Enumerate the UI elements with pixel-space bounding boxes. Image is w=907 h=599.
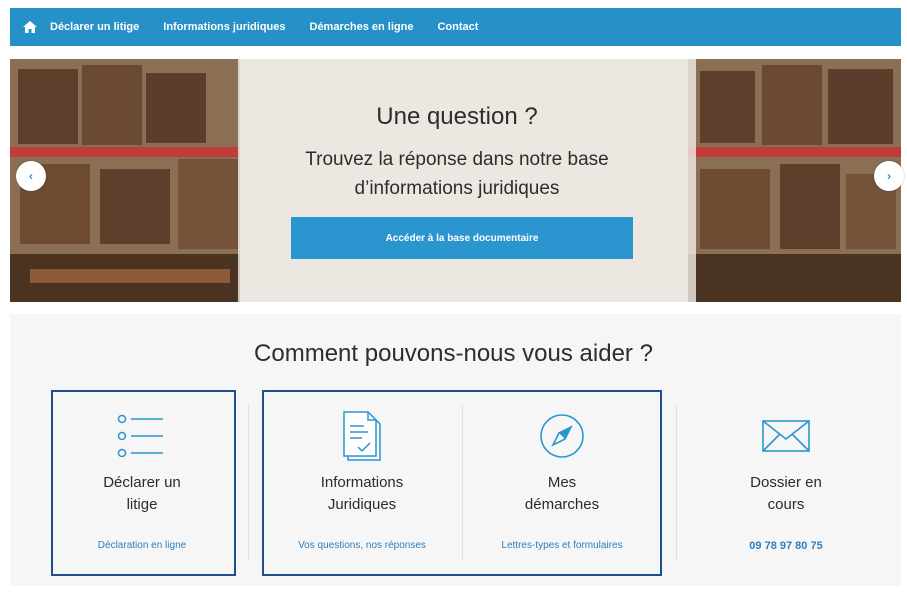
phone-number-link[interactable]: 09 78 97 80 75 (681, 540, 891, 552)
card-dossier-en-cours[interactable]: Dossier en cours 09 78 97 80 75 (681, 400, 891, 570)
highlight-box (262, 390, 662, 576)
access-documentation-button[interactable]: Accéder à la base documentaire (291, 217, 633, 259)
carousel-next-button[interactable]: › (874, 161, 904, 191)
nav-declarer-litige[interactable]: Déclarer un litige (50, 21, 139, 33)
card-title: Dossier en cours (750, 474, 822, 513)
home-icon (23, 21, 37, 33)
nav-informations-juridiques[interactable]: Informations juridiques (163, 21, 285, 33)
highlight-box (51, 390, 236, 576)
chevron-left-icon: ‹ (29, 169, 33, 183)
top-navbar: Déclarer un litige Informations juridiqu… (10, 8, 901, 46)
nav-contact[interactable]: Contact (437, 21, 478, 33)
card-divider (676, 405, 677, 560)
hero-title: Une question ? (376, 103, 538, 130)
section-title: Comment pouvons-nous vous aider ? (254, 340, 653, 367)
envelope-icon (681, 408, 891, 464)
carousel-prev-button[interactable]: ‹ (16, 161, 46, 191)
home-button[interactable] (10, 8, 50, 46)
hero-subtitle: Trouvez la réponse dans notre base d’inf… (305, 149, 609, 199)
card-divider (248, 405, 249, 560)
chevron-right-icon: › (887, 169, 891, 183)
nav-demarches-en-ligne[interactable]: Démarches en ligne (310, 21, 414, 33)
